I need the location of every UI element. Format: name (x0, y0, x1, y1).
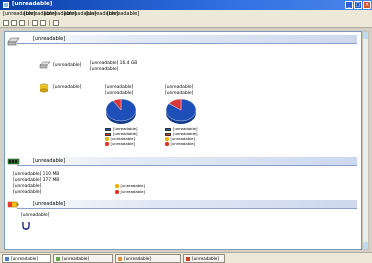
physical-drive-icon (39, 61, 51, 69)
tab-installed-software[interactable]: [unreadable] (53, 254, 113, 263)
app-window: [unreadable] _ □ × [unreadable] [unreada… (0, 0, 372, 263)
window-title: [unreadable] (12, 1, 53, 7)
scroll-down-icon[interactable] (363, 242, 368, 249)
vertical-scrollbar[interactable] (362, 31, 369, 250)
warning-icon (115, 184, 119, 188)
scroll-up-icon[interactable] (363, 32, 368, 39)
physical-drive-capacity: [unreadable] 16.4 GB (90, 61, 138, 66)
print-icon[interactable] (19, 20, 25, 26)
section-title: [unreadable] (33, 201, 66, 207)
drive-d-name: [unreadable] (165, 85, 194, 90)
logical-drive-label: [unreadable] (53, 85, 82, 90)
bottom-tab-bar: [unreadable] [unreadable] [unreadable] [… (0, 252, 372, 263)
power-status-text: [unreadable] (21, 213, 50, 218)
memory-status-warn: [unreadable] (115, 184, 145, 188)
drive-c-usage-pie (105, 98, 137, 124)
physical-drive-label: [unreadable] (53, 63, 82, 68)
danger-icon (115, 190, 119, 194)
minimize-button[interactable]: _ (345, 1, 353, 9)
drive-d-legend-danger: [unreadable] (165, 142, 195, 146)
new-icon[interactable] (3, 20, 9, 26)
toolbar-separator (49, 20, 50, 26)
system-icon (5, 256, 9, 261)
section-title: [unreadable] (33, 158, 66, 164)
power-section-header: [unreadable] (17, 200, 357, 209)
status-text: [unreadable] (120, 189, 145, 194)
warning-icon (105, 137, 109, 141)
legend-text: [unreadable] (110, 141, 135, 146)
drive-c-name: [unreadable] (105, 85, 134, 90)
logical-drive-icon (39, 83, 49, 93)
monitor-icon (118, 256, 122, 261)
danger-icon (165, 142, 169, 146)
menu-bar: [unreadable] [unreadable] [unreadable] [… (0, 10, 372, 18)
memory-status-danger: [unreadable] (115, 190, 145, 194)
software-icon (56, 256, 60, 261)
help-icon[interactable] (53, 20, 59, 26)
drive-d-filesystem: [unreadable] (165, 91, 194, 96)
used-swatch (165, 127, 171, 131)
print-preview-icon[interactable] (11, 20, 17, 26)
app-icon (3, 2, 9, 8)
memory-icon (7, 158, 20, 165)
ac-plug-icon (22, 222, 30, 230)
close-button[interactable]: × (363, 1, 371, 9)
tab-label: [unreadable] (11, 256, 38, 261)
title-bar[interactable]: [unreadable] _ □ × (0, 0, 372, 10)
memory-physical-total: [unreadable] 110 MB (13, 172, 60, 177)
menu-help[interactable]: [unreadable] (107, 11, 139, 17)
refresh-icon[interactable] (40, 20, 46, 26)
tab-label: [unreadable] (124, 256, 151, 261)
tab-system-monitor[interactable]: [unreadable] (115, 254, 181, 263)
copy-icon[interactable] (32, 20, 38, 26)
tab-alert-history[interactable]: [unreadable] (183, 254, 225, 263)
toolbar (0, 18, 372, 28)
status-text: [unreadable] (120, 183, 145, 188)
warning-icon (165, 137, 169, 141)
tab-system-info[interactable]: [unreadable] (2, 254, 51, 263)
battery-icon (7, 201, 19, 208)
harddisk-icon (7, 37, 20, 46)
toolbar-separator (28, 20, 29, 26)
physical-drive-status: [unreadable] (90, 67, 119, 72)
memory-virtual-total: [unreadable] 377 MB (13, 178, 60, 183)
drive-c-legend-danger: [unreadable] (105, 142, 135, 146)
used-swatch (105, 127, 111, 131)
drive-c-filesystem: [unreadable] (105, 91, 134, 96)
maximize-button[interactable]: □ (354, 1, 362, 9)
drive-d-usage-pie (165, 98, 197, 124)
legend-text: [unreadable] (170, 141, 195, 146)
harddisk-section-header: [unreadable] (17, 35, 357, 44)
section-title: [unreadable] (33, 36, 66, 42)
memory-physical-free: [unreadable] (13, 184, 42, 189)
content-pane: [unreadable] [unreadable] [unreadable] 1… (4, 31, 362, 250)
alert-icon (186, 256, 190, 261)
memory-virtual-free: [unreadable] (13, 190, 42, 195)
tab-label: [unreadable] (62, 256, 89, 261)
danger-icon (105, 142, 109, 146)
tab-label: [unreadable] (192, 256, 219, 261)
memory-section-header: [unreadable] (17, 157, 357, 166)
